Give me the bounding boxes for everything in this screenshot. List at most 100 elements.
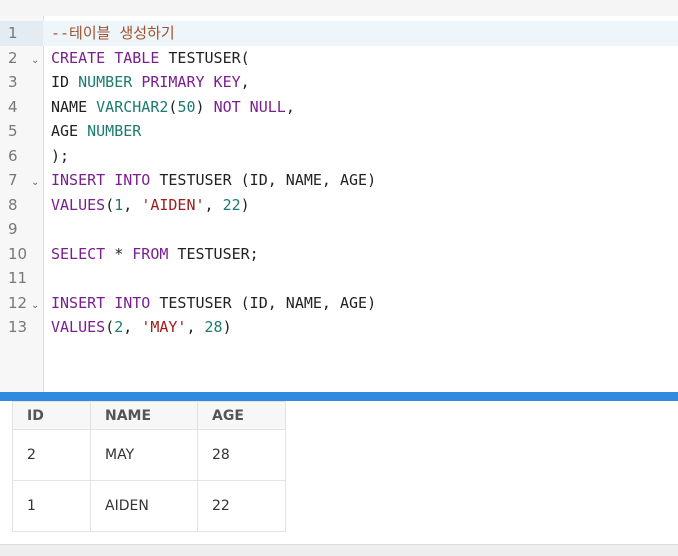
code-line[interactable]: 12 ⌄ INSERT INTO TESTUSER (ID, NAME, AGE) (0, 291, 678, 316)
code-token: ) (240, 195, 250, 214)
table-row[interactable]: 2 MAY 28 (12, 429, 286, 481)
code-token: , (285, 97, 295, 116)
code-token: INSERT INTO (51, 171, 151, 189)
cell-age: 28 (197, 429, 286, 481)
results-table: ID NAME AGE 2 MAY 28 1 AIDEN 22 (12, 401, 286, 532)
code-token: , (186, 318, 205, 336)
code-token: ) (222, 318, 232, 336)
code-token: TESTUSER( (159, 48, 250, 67)
code-token: , (123, 318, 142, 336)
line-number-text: 5 (8, 122, 18, 140)
line-number: 9 (0, 217, 43, 242)
code-line[interactable]: 1 --테이블 생성하기 (0, 21, 678, 46)
code-line[interactable]: 11 (0, 266, 678, 291)
cell-name: AIDEN (90, 480, 198, 532)
code-token: ) (195, 97, 214, 116)
code-token: TESTUSER (ID, NAME, AGE) (150, 171, 377, 189)
code-line[interactable]: 3 ID NUMBER PRIMARY KEY, (0, 70, 678, 95)
code-token: VARCHAR2 (96, 97, 169, 116)
column-header-age[interactable]: AGE (197, 401, 286, 430)
code-line[interactable]: 6); (0, 144, 678, 169)
code-token: 50 (177, 97, 196, 116)
code-token: SELECT (51, 244, 106, 263)
code-token: 28 (204, 318, 223, 336)
horizontal-scrollbar[interactable] (0, 544, 678, 556)
line-number: 1 (0, 21, 43, 46)
line-number-text: 10 (8, 244, 28, 263)
cell-age: 22 (197, 480, 286, 532)
code-token: INSERT INTO (51, 293, 151, 312)
code-token: TESTUSER; (168, 244, 259, 263)
line-number-text: 1 (8, 24, 18, 42)
code-text: ID NUMBER PRIMARY KEY, (51, 70, 250, 95)
code-text: VALUES(1, 'AIDEN', 22) (51, 193, 250, 218)
line-number-text: 6 (8, 146, 18, 165)
results-panel: ID NAME AGE 2 MAY 28 1 AIDEN 22 (0, 401, 678, 544)
line-number: 11 (0, 266, 43, 291)
line-number: 8 (0, 193, 43, 218)
results-header-row: ID NAME AGE (12, 401, 286, 430)
line-number-text: 11 (8, 269, 28, 287)
line-number: 10 (0, 242, 43, 267)
code-line[interactable]: 9 (0, 217, 678, 242)
line-number-text: 13 (8, 318, 28, 336)
column-header-id[interactable]: ID (12, 401, 91, 430)
code-line[interactable]: 13 VALUES(2, 'MAY', 28) (0, 315, 678, 340)
code-token: --테이블 생성하기 (51, 24, 175, 42)
column-header-name[interactable]: NAME (90, 401, 198, 430)
code-token: 22 (222, 195, 241, 214)
top-toolbar-strip (0, 0, 678, 16)
line-number: 12 ⌄ (0, 291, 43, 316)
cell-name: MAY (90, 429, 198, 481)
code-token: CREATE TABLE (51, 48, 160, 67)
line-number: 4 (0, 95, 43, 120)
cell-id: 2 (12, 429, 91, 481)
code-token: , (204, 195, 223, 214)
line-number: 5 (0, 119, 43, 144)
code-token: NUMBER (87, 122, 142, 140)
code-token: NUMBER (78, 73, 133, 91)
code-text: --테이블 생성하기 (51, 21, 175, 46)
line-number-text: 2 (8, 48, 18, 67)
line-number-text: 8 (8, 195, 18, 214)
code-token: ); (51, 146, 70, 165)
code-text: INSERT INTO TESTUSER (ID, NAME, AGE) (51, 291, 376, 316)
line-number-text: 12 (8, 293, 28, 312)
code-token: , (240, 73, 250, 91)
line-number: 3 (0, 70, 43, 95)
code-token: FROM (132, 244, 169, 263)
code-token: * (105, 244, 133, 263)
code-token: , (123, 195, 142, 214)
code-token: 'AIDEN' (141, 195, 205, 214)
code-token: VALUES (51, 318, 106, 336)
code-text: SELECT * FROM TESTUSER; (51, 242, 259, 267)
code-text: ); (51, 144, 69, 169)
code-token: ( (105, 195, 115, 214)
cell-id: 1 (12, 480, 91, 532)
code-token: 1 (114, 195, 124, 214)
code-token: AGE (51, 122, 88, 140)
code-token: TESTUSER (ID, NAME, AGE) (150, 293, 377, 312)
code-token: ( (105, 318, 115, 336)
code-line[interactable]: 7 ⌄ INSERT INTO TESTUSER (ID, NAME, AGE) (0, 168, 678, 193)
line-number-text: 7 (8, 171, 18, 189)
code-text: VALUES(2, 'MAY', 28) (51, 315, 232, 340)
code-text: CREATE TABLE TESTUSER( (51, 46, 250, 71)
code-token: 2 (114, 318, 124, 336)
code-line[interactable]: 10 SELECT * FROM TESTUSER; (0, 242, 678, 267)
line-number-text: 3 (8, 73, 18, 91)
code-token: 'MAY' (141, 318, 187, 336)
code-line[interactable]: 8 VALUES(1, 'AIDEN', 22) (0, 193, 678, 218)
code-line[interactable]: 2 ⌄ CREATE TABLE TESTUSER( (0, 46, 678, 71)
sql-editor[interactable]: 1 --테이블 생성하기 2 ⌄ CREATE TABLE TESTUSER( 3 ID N… (0, 16, 678, 392)
pane-splitter[interactable] (0, 392, 678, 401)
line-number: 2 ⌄ (0, 46, 43, 71)
table-row[interactable]: 1 AIDEN 22 (12, 480, 286, 532)
code-text: AGE NUMBER (51, 119, 141, 144)
code-line[interactable]: 5 AGE NUMBER (0, 119, 678, 144)
code-text: INSERT INTO TESTUSER (ID, NAME, AGE) (51, 168, 376, 193)
line-number: 6 (0, 144, 43, 169)
code-token: NAME (51, 97, 97, 116)
code-line[interactable]: 4 NAME VARCHAR2(50) NOT NULL, (0, 95, 678, 120)
